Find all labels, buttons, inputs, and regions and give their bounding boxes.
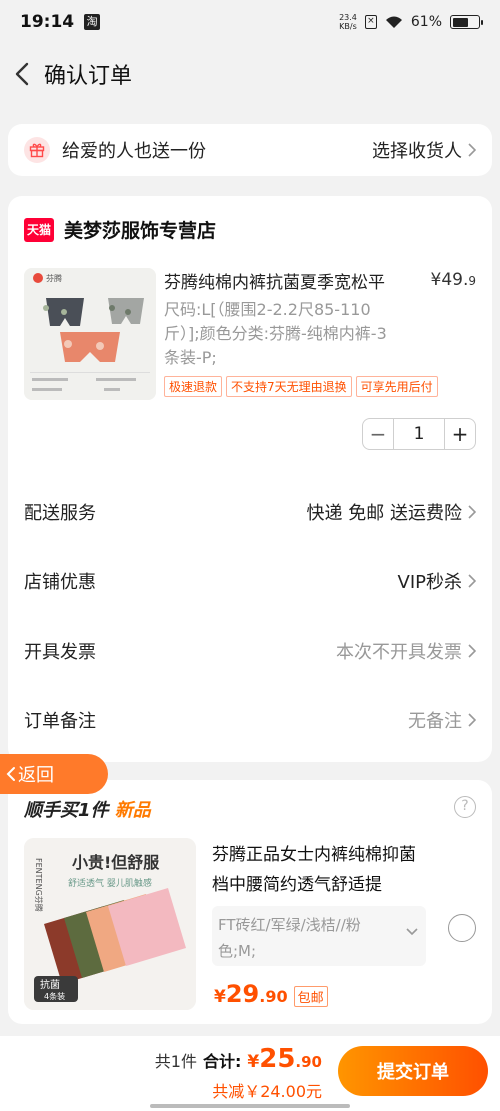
submit-order-button[interactable]: 提交订单 [338,1046,488,1096]
order-note-value: 无备注 [408,711,462,732]
product-image-art: 芬腾 [24,268,156,400]
addon-spec-value: FT砖红/军绿/浅桔//粉色;M; [218,916,361,960]
invoice-value: 本次不开具发票 [336,642,462,663]
gift-card[interactable]: 给爱的人也送一份 选择收货人 [8,124,492,176]
quantity-value[interactable]: 1 [393,419,445,449]
delivery-row[interactable]: 配送服务 快递 免邮 送运费险 [24,492,476,532]
chevron-right-icon [468,713,476,727]
help-icon[interactable]: ? [454,796,476,818]
addon-product-image-art: 小贵!但舒服 舒适透气 婴儿肌触感 FENTENG芬腾 抗菌 4条装 [24,838,196,1010]
gift-icon [24,137,50,163]
item-count: 共1件 [154,1052,197,1071]
addon-image-count: 4条装 [44,991,65,1001]
back-button[interactable] [2,44,42,104]
addon-card: 顺手买1件 新品 ? 小贵!但舒服 舒适透气 婴儿肌触感 FENTENG芬腾 抗… [8,780,492,1024]
tag-fast-refund: 极速退款 [164,376,223,397]
addon-image-slogan: 小贵!但舒服 [72,853,160,872]
chevron-right-icon [468,644,476,658]
delivery-value: 快递 免邮 送运费险 [306,503,462,524]
bottom-bar: 共1件 合计: ¥ 25 .90 共减￥24.00元 提交订单 [0,1036,500,1111]
tag-no-7day-return: 不支持7天无理由退换 [226,376,352,397]
shop-discount-row[interactable]: 店铺优惠 VIP秒杀 [24,561,476,601]
nav-bar: 确认订单 [0,44,500,104]
product-price: ¥49.9 [430,270,477,290]
decrease-quantity-button[interactable]: − [363,422,393,446]
page-title: 确认订单 [44,64,133,89]
shop-discount-label: 店铺优惠 [24,572,96,593]
order-card: 天猫 美梦莎服饰专营店 芬腾 芬腾纯棉内裤抗菌夏季宽松平 ¥49.9 尺码:L[… [8,196,492,762]
product-spec[interactable]: 尺码:L[（腰围2-2.2尺85-110斤）];颜色分类:芬腾-纯棉内裤-3条装… [164,298,394,370]
product-tags: 极速退款 不支持7天无理由退换 可享先用后付 [164,376,438,397]
network-speed: 23.4 KB/s [339,13,357,31]
quantity-stepper: − 1 + [362,418,476,450]
shop-discount-value-wrap: VIP秒杀 [398,568,476,594]
addon-spec-select[interactable]: FT砖红/军绿/浅桔//粉色;M; [212,906,426,966]
delivery-value-wrap: 快递 免邮 送运费险 [307,499,476,525]
invoice-label: 开具发票 [24,642,96,663]
status-icons: 23.4 KB/s × 61% [339,13,483,31]
return-label: 返回 [18,765,54,786]
shop-header[interactable]: 天猫 美梦莎服饰专营店 [24,216,216,243]
chevron-left-icon [6,767,15,781]
battery-percent: 61% [410,14,442,30]
order-note-value-wrap: 无备注 [408,707,476,733]
product-title[interactable]: 芬腾纯棉内裤抗菌夏季宽松平 [164,268,414,293]
home-indicator[interactable] [150,1104,350,1108]
delivery-label: 配送服务 [24,503,96,524]
total-label: 合计: [202,1052,242,1071]
select-recipient-label: 选择收货人 [372,141,462,162]
invoice-value-wrap: 本次不开具发票 [336,638,476,664]
battery-icon [450,15,483,29]
addon-product-image[interactable]: 小贵!但舒服 舒适透气 婴儿肌触感 FENTENG芬腾 抗菌 4条装 [24,838,196,1010]
chevron-down-icon [406,928,418,936]
gift-text: 给爱的人也送一份 [62,141,206,162]
order-note-label: 订单备注 [24,711,96,732]
return-button[interactable]: 返回 [0,754,108,794]
status-bar: 19:14 淘 23.4 KB/s × 61% [0,0,500,44]
addon-image-badge: 抗菌 [40,978,60,991]
shop-discount-value: VIP秒杀 [397,572,462,593]
product-image[interactable]: 芬腾 [24,268,156,400]
chevron-right-icon [468,505,476,519]
no-sim-icon: × [364,15,377,29]
invoice-row[interactable]: 开具发票 本次不开具发票 [24,631,476,671]
select-recipient-button[interactable]: 选择收货人 [372,137,476,163]
addon-price: ¥ 29 .90 包邮 [214,980,328,1008]
free-shipping-badge: 包邮 [293,986,328,1007]
shop-name: 美梦莎服饰专营店 [64,220,217,242]
tmall-logo: 天猫 [24,217,54,242]
wifi-icon [385,16,402,28]
chevron-left-icon [15,62,29,86]
addon-image-brand: FENTENG芬腾 [34,858,44,912]
addon-title: 顺手买1件 新品 [24,800,151,821]
addon-product-name[interactable]: 芬腾正品女士内裤纯棉抑菌档中腰简约透气舒适提 [212,840,432,900]
product-image-brand: 芬腾 [46,273,62,283]
addon-image-sub: 舒适透气 婴儿肌触感 [68,877,152,889]
chevron-right-icon [468,143,476,157]
order-total: 共1件 合计: ¥ 25 .90 [154,1044,322,1074]
status-time: 19:14 [20,12,75,32]
saved-amount: 共减￥24.00元 [212,1082,322,1101]
addon-select-radio[interactable] [448,914,476,942]
tag-pay-later: 可享先用后付 [355,376,438,397]
total-amount: 25 [259,1044,296,1074]
chevron-right-icon [468,574,476,588]
order-note-row[interactable]: 订单备注 无备注 [24,700,476,740]
increase-quantity-button[interactable]: + [445,422,475,446]
taobao-notification-icon: 淘 [84,14,101,30]
